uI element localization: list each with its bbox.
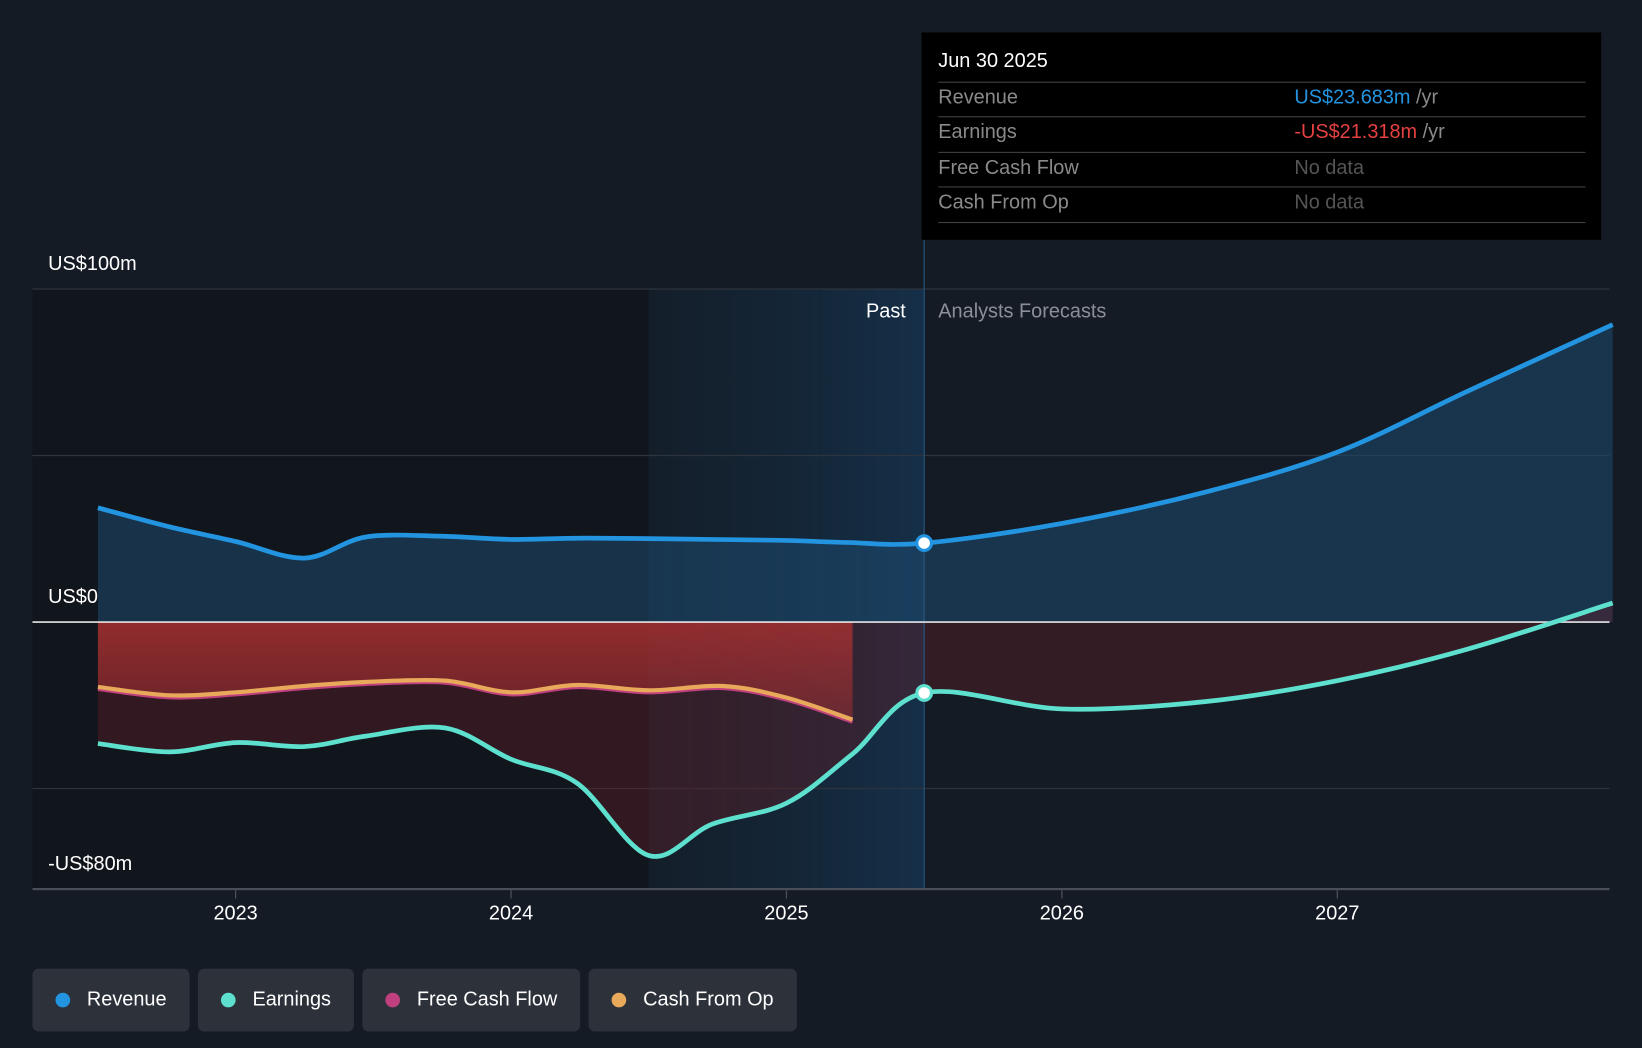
legend-label: Earnings [252, 988, 331, 1011]
legend-label: Free Cash Flow [416, 988, 558, 1011]
tooltip-row-earnings: Earnings -US$21.318m /yr [938, 116, 1586, 152]
legend-label: Cash From Op [643, 988, 774, 1011]
tooltip-row-fcf: Free Cash Flow No data [938, 151, 1586, 188]
tooltip-row-cfo: Cash From Op No data [938, 186, 1586, 224]
earnings-dot-icon [221, 992, 236, 1008]
tooltip-date: Jun 30 2025 [938, 50, 1048, 73]
x-tick-label: 2026 [1039, 902, 1084, 925]
past-label: Past [866, 300, 906, 323]
tooltip-unit: /yr [1422, 121, 1445, 144]
tooltip: Jun 30 2025 Revenue US$23.683m /yr Earni… [921, 32, 1602, 240]
tooltip-row-revenue: Revenue US$23.683m /yr [938, 81, 1586, 118]
tooltip-value: No data [1294, 157, 1365, 180]
forecast-label: Analysts Forecasts [938, 300, 1107, 323]
y-tick-label: US$0 [48, 586, 98, 609]
x-tick-label: 2027 [1315, 902, 1360, 925]
earnings-marker [915, 684, 934, 702]
tooltip-unit: /yr [1416, 86, 1439, 109]
tooltip-value: No data [1294, 191, 1365, 214]
legend-item-revenue[interactable]: Revenue [32, 968, 190, 1032]
tooltip-value: -US$21.318m [1294, 121, 1418, 144]
revenue-marker [915, 534, 934, 553]
tooltip-label: Earnings [938, 121, 1017, 144]
tooltip-label: Free Cash Flow [938, 157, 1079, 180]
x-tick-label: 2024 [488, 902, 534, 925]
revenue-dot-icon [55, 992, 71, 1008]
legend-label: Revenue [86, 988, 167, 1011]
cfo-dot-icon [611, 992, 627, 1008]
legend-item-earnings[interactable]: Earnings [197, 968, 355, 1032]
fcf-dot-icon [385, 992, 401, 1008]
y-tick-label: US$100m [48, 253, 137, 276]
y-tick-label: -US$80m [48, 853, 133, 876]
chart-container: US$100m US$0 -US$80m 2023 2024 2025 2026… [0, 0, 1642, 1048]
legend: Revenue Earnings Free Cash Flow Cash Fro… [32, 968, 797, 1032]
x-tick-label: 2023 [213, 902, 258, 925]
legend-item-cash-from-op[interactable]: Cash From Op [588, 968, 797, 1032]
x-tick-label: 2025 [764, 902, 809, 925]
tooltip-label: Cash From Op [938, 191, 1069, 214]
legend-item-free-cash-flow[interactable]: Free Cash Flow [362, 968, 581, 1032]
tooltip-value: US$23.683m [1294, 86, 1411, 109]
tooltip-label: Revenue [938, 86, 1018, 109]
